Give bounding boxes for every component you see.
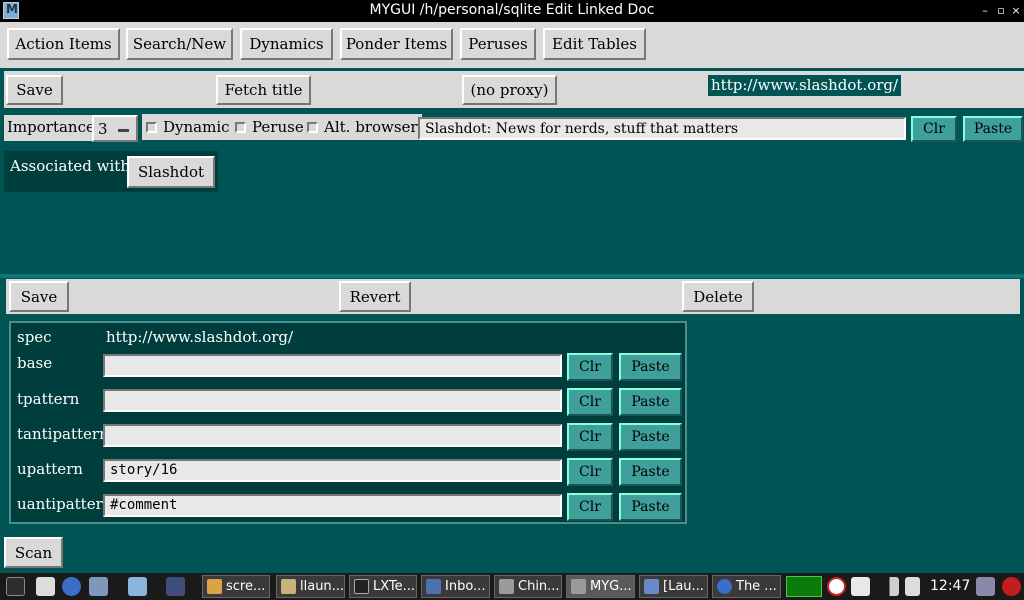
tantipattern-input[interactable]	[103, 424, 562, 447]
scan-button[interactable]: Scan	[4, 537, 63, 568]
chevron-down-icon	[118, 129, 129, 132]
associated-slashdot-button[interactable]: Slashdot	[127, 156, 215, 188]
browser-launcher-icon[interactable]	[62, 577, 81, 596]
associated-box: Associated with: Slashdot	[4, 151, 218, 192]
task-mygui[interactable]: MYG...	[566, 575, 635, 598]
user-icon[interactable]	[976, 577, 995, 596]
tpattern-input[interactable]	[103, 389, 562, 412]
importance-select[interactable]: 3	[92, 115, 138, 142]
delete-button[interactable]: Delete	[682, 281, 754, 312]
menu-bar: Action Items Search/New Dynamics Ponder …	[0, 22, 1024, 68]
folder-icon	[207, 579, 222, 594]
spec-value: http://www.slashdot.org/	[103, 328, 297, 346]
importance-label: Importance:	[4, 115, 103, 141]
task-llaun[interactable]: llaun...	[276, 575, 345, 598]
browser-icon	[717, 579, 732, 594]
document-icon	[281, 579, 296, 594]
tpattern-clr-button[interactable]: Clr	[567, 388, 613, 416]
revert-button[interactable]: Revert	[339, 281, 411, 312]
window-icon	[499, 579, 514, 594]
checkbox-icon	[307, 121, 318, 133]
network-signal-icon[interactable]	[880, 577, 899, 596]
clipboard-icon[interactable]	[851, 577, 870, 596]
checkbox-icon	[235, 121, 246, 133]
start-menu-icon[interactable]	[6, 577, 25, 596]
peruses-button[interactable]: Peruses	[460, 28, 536, 60]
peruse-label: Peruse	[252, 118, 304, 136]
toolbar: Save Fetch title (no proxy) http://www.s…	[4, 71, 1024, 108]
tantipattern-label: tantipattern	[14, 421, 112, 449]
spec-label: spec	[14, 328, 55, 346]
terminal-icon	[354, 579, 369, 594]
power-icon[interactable]	[1002, 577, 1021, 596]
upattern-label: upattern	[14, 456, 86, 484]
tantipattern-paste-button[interactable]: Paste	[619, 423, 682, 451]
edit-tables-button[interactable]: Edit Tables	[543, 28, 646, 60]
mail-icon	[426, 579, 441, 594]
tantipattern-clr-button[interactable]: Clr	[567, 423, 613, 451]
task-chin[interactable]: Chin...	[494, 575, 562, 598]
title-bar[interactable]: MYGUI /h/personal/sqlite Edit Linked Doc…	[0, 0, 1024, 22]
cpu-monitor	[786, 576, 822, 597]
close-button[interactable]: ×	[1009, 3, 1023, 18]
task-lxterminal[interactable]: LXTe...	[349, 575, 417, 598]
base-input[interactable]	[103, 354, 562, 377]
divider	[0, 274, 1024, 278]
dynamics-button[interactable]: Dynamics	[240, 28, 333, 60]
minimize-button[interactable]: –	[978, 3, 992, 18]
base-clr-button[interactable]: Clr	[567, 353, 613, 381]
pattern-form: spec http://www.slashdot.org/ base Clr P…	[9, 321, 687, 524]
maximize-button[interactable]: ▫	[994, 3, 1008, 18]
alt-browser-checkbox[interactable]: Alt. browser	[303, 114, 422, 140]
section-save-button[interactable]: Save	[9, 281, 69, 312]
window-icon	[571, 579, 586, 594]
clock-time: 12:47	[930, 578, 971, 594]
proxy-button[interactable]: (no proxy)	[462, 75, 557, 105]
section-toolbar: Save Revert Delete	[6, 279, 1020, 314]
upattern-input[interactable]: story/16	[103, 459, 562, 482]
save-button[interactable]: Save	[6, 75, 63, 105]
window-icon	[644, 579, 659, 594]
dynamic-checkbox[interactable]: Dynamic	[142, 114, 234, 140]
associated-label: Associated with:	[10, 157, 136, 175]
task-screenshot[interactable]: scre...	[202, 575, 270, 598]
window-title: MYGUI /h/personal/sqlite Edit Linked Doc	[369, 2, 655, 18]
checkbox-icon	[146, 121, 157, 133]
terminal-launcher-icon[interactable]	[36, 577, 55, 596]
taskbar: scre... llaun... LXTe... Inbo... Chin...…	[0, 573, 1024, 600]
uantipattern-paste-button[interactable]: Paste	[619, 493, 682, 521]
task-the[interactable]: The ...	[712, 575, 781, 598]
title-input[interactable]: Slashdot: News for nerds, stuff that mat…	[418, 117, 906, 140]
upattern-clr-button[interactable]: Clr	[567, 458, 613, 486]
upattern-paste-button[interactable]: Paste	[619, 458, 682, 486]
mygui-launcher-icon[interactable]	[128, 577, 147, 596]
uantipattern-input[interactable]: #comment	[103, 494, 562, 517]
alt-browser-label: Alt. browser	[324, 118, 418, 136]
tpattern-label: tpattern	[14, 386, 83, 414]
tpattern-paste-button[interactable]: Paste	[619, 388, 682, 416]
options-row: Importance: 3 Dynamic Peruse Alt. browse…	[4, 114, 1024, 144]
windows-launcher-icon[interactable]	[89, 577, 108, 596]
battery-icon[interactable]	[905, 577, 920, 596]
title-paste-button[interactable]: Paste	[963, 116, 1023, 142]
importance-value: 3	[98, 119, 108, 138]
action-items-button[interactable]: Action Items	[7, 28, 120, 60]
clock-icon[interactable]	[827, 577, 846, 596]
ponder-items-button[interactable]: Ponder Items	[340, 28, 453, 60]
fetch-title-button[interactable]: Fetch title	[216, 75, 311, 105]
title-clr-button[interactable]: Clr	[911, 116, 957, 142]
uantipattern-clr-button[interactable]: Clr	[567, 493, 613, 521]
task-inbox[interactable]: Inbo...	[421, 575, 490, 598]
base-label: base	[14, 354, 56, 372]
base-paste-button[interactable]: Paste	[619, 353, 682, 381]
uantipattern-label: uantipattern	[14, 491, 116, 519]
peruse-checkbox[interactable]: Peruse	[231, 114, 308, 140]
url-display: http://www.slashdot.org/	[708, 75, 902, 96]
dynamic-label: Dynamic	[163, 118, 230, 136]
monitor-launcher-icon[interactable]	[166, 577, 185, 596]
search-new-button[interactable]: Search/New	[126, 28, 233, 60]
task-launcher[interactable]: [Lau...	[639, 575, 708, 598]
